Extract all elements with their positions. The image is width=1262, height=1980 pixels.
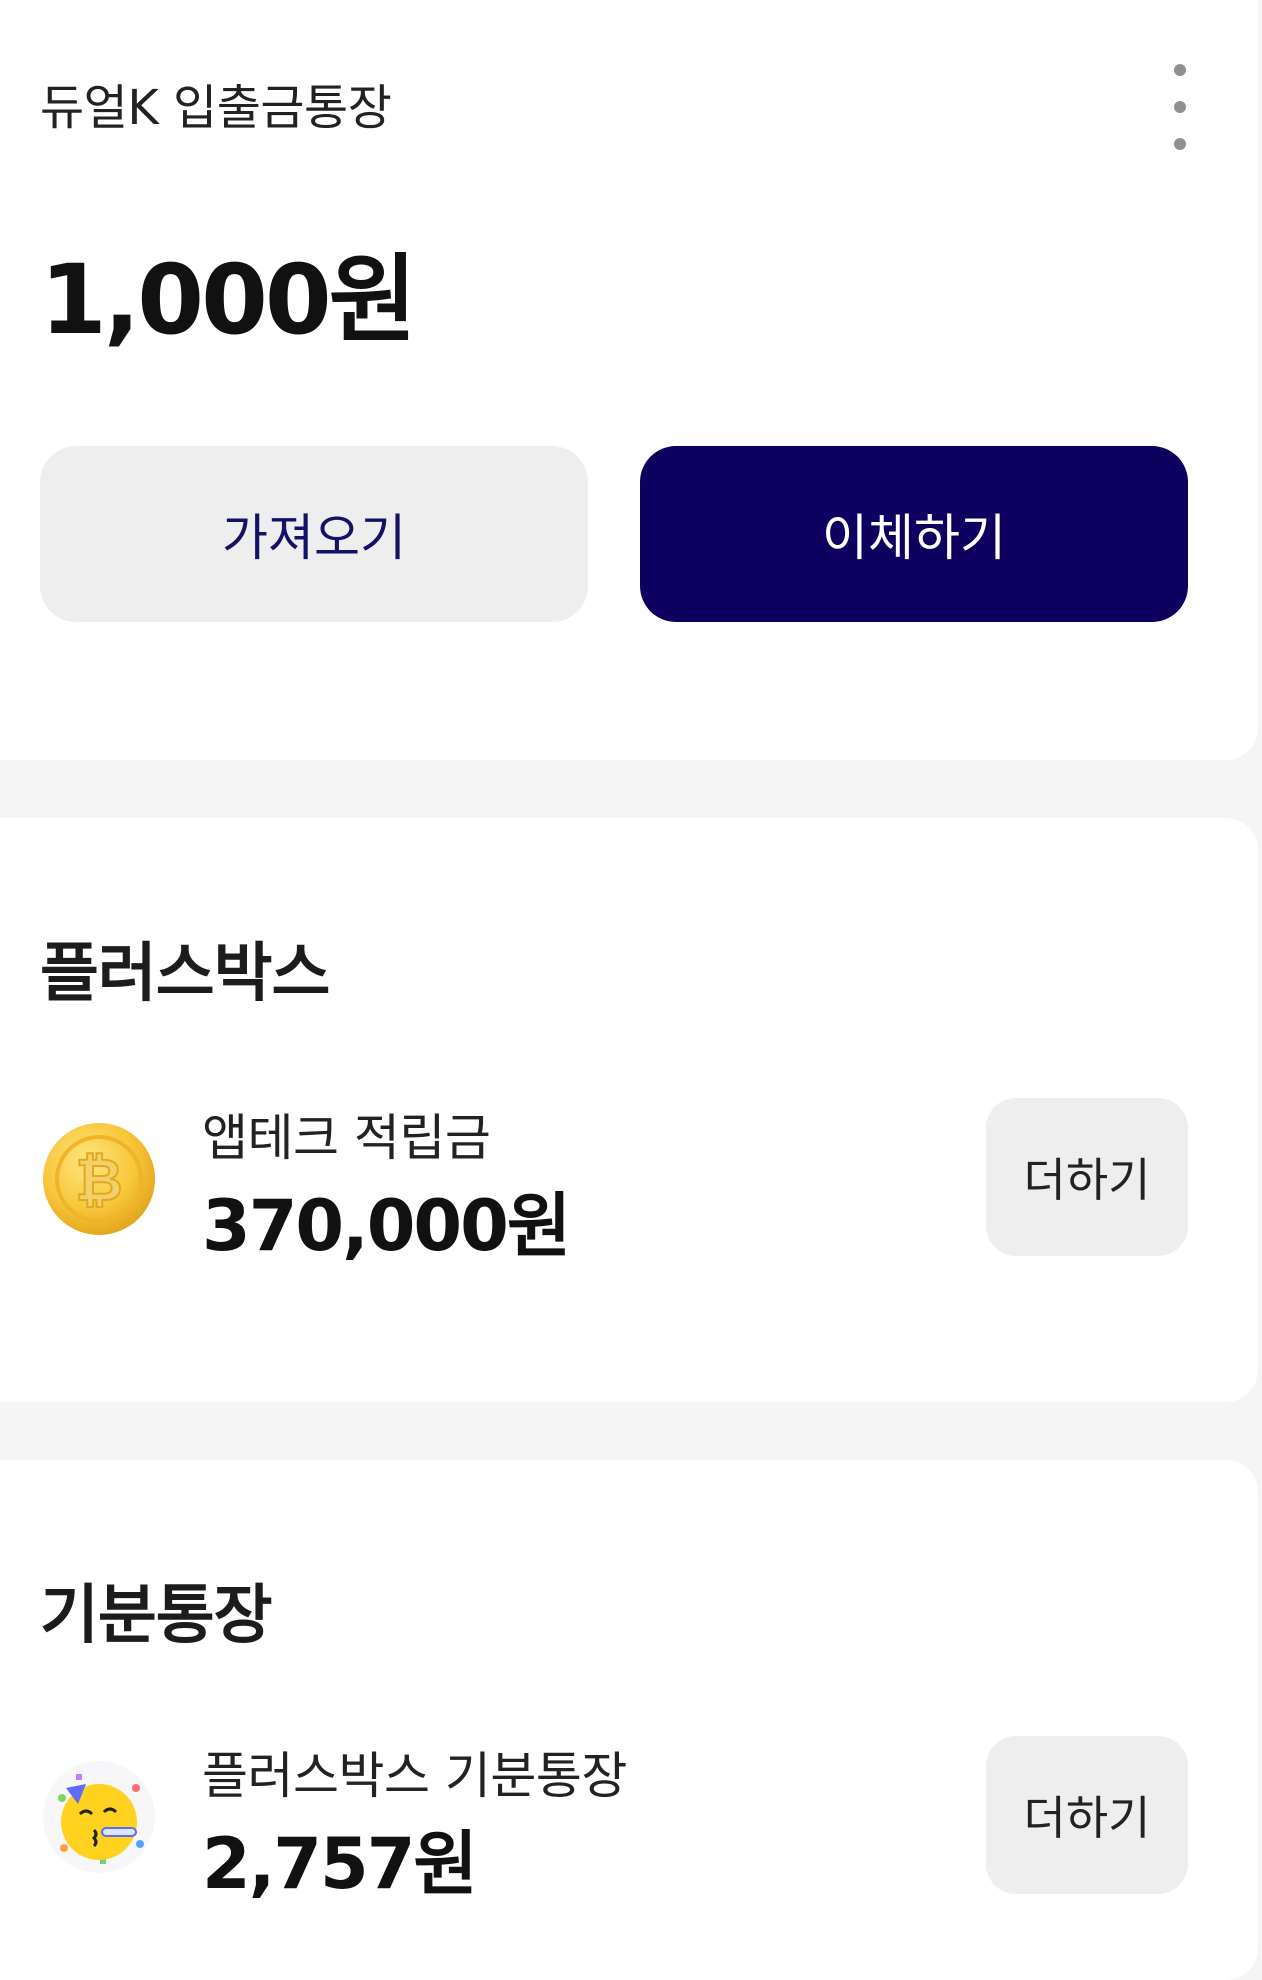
section-title-mood-account: 기분통장 (40, 1579, 273, 1653)
bitcoin-coin-icon: ₿ (40, 1120, 158, 1238)
section-title-plus-box: 플러스박스 (40, 937, 330, 1011)
svg-text:₿: ₿ (75, 1146, 122, 1214)
account-title[interactable]: 듀얼K 입출금통장 (40, 68, 392, 138)
more-vertical-icon (1174, 101, 1186, 113)
more-vertical-icon (1174, 138, 1186, 150)
plus-box-card: 플러스박스 ₿ 앱테크 적립금 370,000원 더하기 (0, 818, 1258, 1402)
plus-box-item-amount: 370,000원 (202, 1185, 571, 1267)
more-vertical-icon (1174, 64, 1186, 76)
mood-account-add-button[interactable]: 더하기 (986, 1736, 1188, 1894)
account-card: 듀얼K 입출금통장 1,000원 가져오기 이체하기 (0, 0, 1258, 760)
mood-account-card: 기분통장 플러스박스 기분통장 2,757원 더하기 (0, 1460, 1258, 1980)
plus-box-add-button[interactable]: 더하기 (986, 1098, 1188, 1256)
fetch-button[interactable]: 가져오기 (40, 446, 588, 622)
plus-box-item-name: 앱테크 적립금 (202, 1109, 491, 1167)
account-balance: 1,000원 (40, 244, 417, 356)
more-options-button[interactable] (1160, 64, 1200, 150)
transfer-button[interactable]: 이체하기 (640, 446, 1188, 622)
mood-account-item-amount: 2,757원 (202, 1823, 478, 1905)
mood-account-item-name: 플러스박스 기분통장 (202, 1747, 627, 1805)
party-face-icon (40, 1758, 158, 1876)
